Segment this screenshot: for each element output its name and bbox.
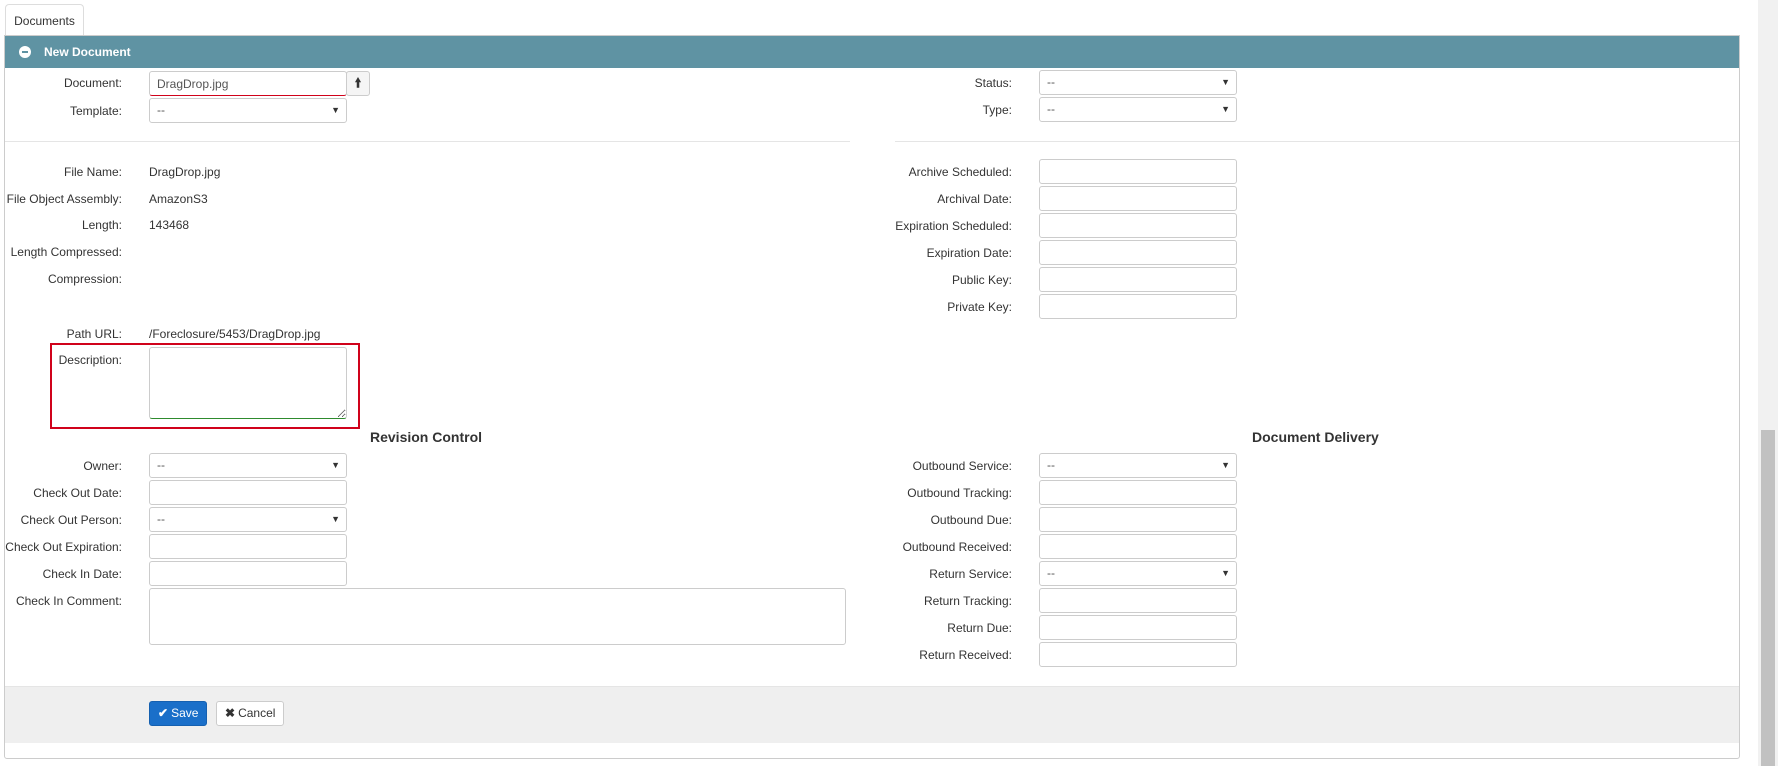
- outbound-received-label: Outbound Received:: [902, 540, 1012, 554]
- upload-arrow-icon: 🠙: [354, 75, 362, 90]
- save-button-label: Save: [171, 706, 199, 720]
- expiration-date-label: Expiration Date:: [926, 246, 1012, 260]
- return-tracking-label: Return Tracking:: [923, 594, 1012, 608]
- chevron-down-icon: ▼: [331, 460, 340, 470]
- outbound-tracking-label: Outbound Tracking:: [907, 486, 1012, 500]
- outbound-service-select[interactable]: -- ▼: [1039, 453, 1237, 478]
- length-value: 143468: [149, 218, 190, 232]
- status-label: Status:: [974, 76, 1012, 90]
- return-service-label: Return Service:: [929, 567, 1012, 581]
- check-in-date-input[interactable]: [149, 561, 347, 586]
- check-out-date-input[interactable]: [149, 480, 347, 505]
- private-key-label: Private Key:: [947, 300, 1012, 314]
- expiration-date-input[interactable]: [1039, 240, 1237, 265]
- tab-documents[interactable]: Documents: [5, 4, 84, 36]
- expiration-scheduled-label: Expiration Scheduled:: [895, 219, 1012, 233]
- archive-scheduled-input[interactable]: [1039, 159, 1237, 184]
- check-in-comment-textarea[interactable]: [149, 588, 846, 645]
- revision-control-title: Revision Control: [370, 429, 483, 445]
- type-select[interactable]: -- ▼: [1039, 97, 1237, 122]
- template-select-value: --: [157, 103, 165, 117]
- return-service-select-value: --: [1047, 566, 1055, 580]
- check-in-comment-label: Check In Comment:: [15, 594, 122, 608]
- document-input[interactable]: [149, 71, 347, 96]
- return-service-select[interactable]: -- ▼: [1039, 561, 1237, 586]
- chevron-down-icon: ▼: [1221, 568, 1230, 578]
- chevron-down-icon: ▼: [1221, 104, 1230, 114]
- document-delivery-title: Document Delivery: [1252, 429, 1379, 445]
- file-name-label: File Name:: [63, 165, 122, 179]
- return-due-label: Return Due:: [947, 621, 1012, 635]
- type-label: Type:: [982, 103, 1012, 117]
- outbound-service-select-value: --: [1047, 458, 1055, 472]
- path-url-label: Path URL:: [66, 327, 122, 341]
- close-icon: ✖: [225, 706, 236, 720]
- scrollbar-thumb[interactable]: [1761, 430, 1775, 766]
- outbound-due-input[interactable]: [1039, 507, 1237, 532]
- chevron-down-icon: ▼: [1221, 460, 1230, 470]
- file-object-assembly-label: File Object Assembly:: [6, 192, 122, 206]
- save-button[interactable]: ✔ Save: [149, 701, 208, 726]
- panel-title: New Document: [44, 45, 131, 59]
- description-label: Description:: [58, 353, 122, 367]
- archival-date-input[interactable]: [1039, 186, 1237, 211]
- path-url-value: /Foreclosure/5453/DragDrop.jpg: [149, 327, 321, 341]
- compression-label: Compression:: [47, 272, 122, 286]
- file-name-value: DragDrop.jpg: [149, 165, 221, 179]
- divider-right: [895, 141, 1739, 142]
- panel-header: New Document: [5, 36, 1739, 68]
- length-label: Length:: [81, 218, 122, 232]
- archival-date-label: Archival Date:: [937, 192, 1012, 206]
- upload-button[interactable]: 🠙: [346, 71, 370, 96]
- check-out-person-label: Check Out Person:: [20, 513, 122, 527]
- private-key-input[interactable]: [1039, 294, 1237, 319]
- description-textarea[interactable]: [149, 347, 347, 419]
- chevron-down-icon: ▼: [331, 105, 340, 115]
- outbound-tracking-input[interactable]: [1039, 480, 1237, 505]
- public-key-label: Public Key:: [951, 273, 1012, 287]
- chevron-down-icon: ▼: [331, 514, 340, 524]
- template-select[interactable]: -- ▼: [149, 98, 347, 123]
- check-icon: ✔: [158, 706, 169, 720]
- expiration-scheduled-input[interactable]: [1039, 213, 1237, 238]
- cancel-button-label: Cancel: [238, 706, 276, 720]
- page-scrollbar[interactable]: [1758, 0, 1778, 766]
- return-received-input[interactable]: [1039, 642, 1237, 667]
- cancel-button[interactable]: ✖ Cancel: [216, 701, 285, 726]
- status-select[interactable]: -- ▼: [1039, 70, 1237, 95]
- divider-left: [5, 141, 850, 142]
- collapse-icon[interactable]: [19, 46, 31, 58]
- outbound-due-label: Outbound Due:: [930, 513, 1012, 527]
- check-out-person-select[interactable]: -- ▼: [149, 507, 347, 532]
- public-key-input[interactable]: [1039, 267, 1237, 292]
- file-object-assembly-value: AmazonS3: [149, 192, 208, 206]
- owner-select-value: --: [157, 458, 165, 472]
- check-out-person-select-value: --: [157, 512, 165, 526]
- status-select-value: --: [1047, 75, 1055, 89]
- check-out-date-label: Check Out Date:: [33, 486, 122, 500]
- length-compressed-label: Length Compressed:: [10, 245, 122, 259]
- check-in-date-label: Check In Date:: [42, 567, 122, 581]
- owner-select[interactable]: -- ▼: [149, 453, 347, 478]
- owner-label: Owner:: [83, 459, 122, 473]
- return-due-input[interactable]: [1039, 615, 1237, 640]
- return-received-label: Return Received:: [919, 648, 1012, 662]
- document-label: Document:: [63, 76, 122, 90]
- chevron-down-icon: ▼: [1221, 77, 1230, 87]
- return-tracking-input[interactable]: [1039, 588, 1237, 613]
- type-select-value: --: [1047, 102, 1055, 116]
- archive-scheduled-label: Archive Scheduled:: [908, 165, 1012, 179]
- check-out-expiration-input[interactable]: [149, 534, 347, 559]
- template-label: Template:: [69, 104, 122, 118]
- check-out-expiration-label: Check Out Expiration:: [5, 540, 122, 554]
- outbound-received-input[interactable]: [1039, 534, 1237, 559]
- outbound-service-label: Outbound Service:: [912, 459, 1012, 473]
